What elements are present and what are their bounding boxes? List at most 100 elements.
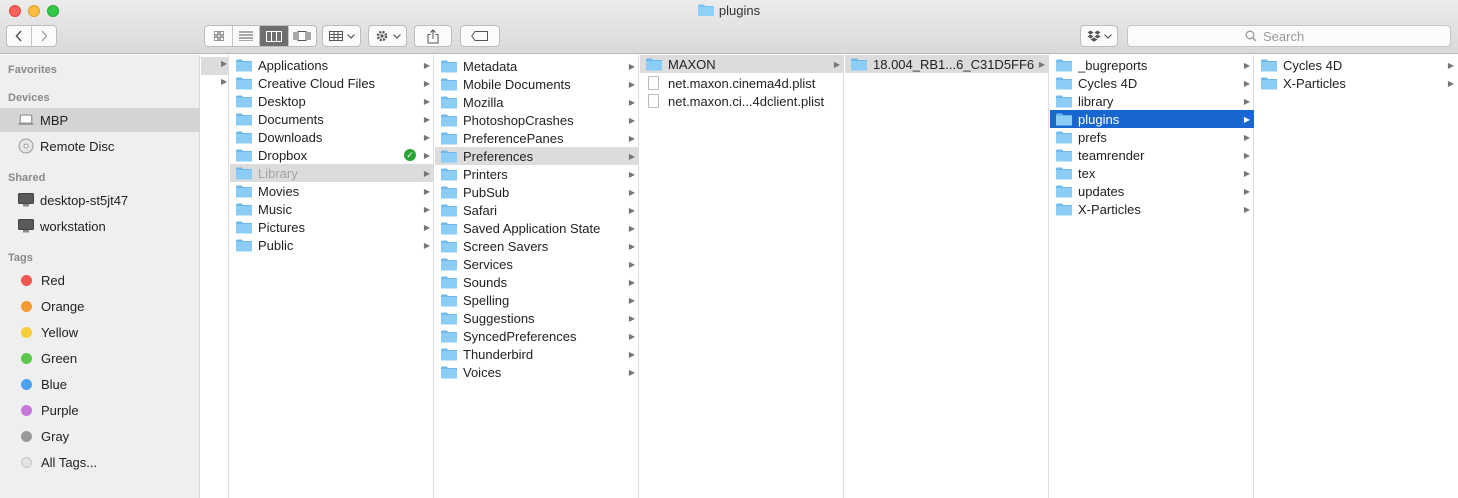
disclosure-arrow-icon: ▶	[628, 97, 636, 107]
list-item-sounds[interactable]: Sounds ▶	[435, 273, 639, 291]
list-item-printers[interactable]: Printers ▶	[435, 165, 639, 183]
list-view-button[interactable]	[233, 26, 261, 46]
search-field[interactable]	[1127, 25, 1451, 47]
item-label: Saved Application State	[463, 220, 601, 236]
list-item-metadata[interactable]: Metadata ▶	[435, 57, 639, 75]
list-item-maxon[interactable]: MAXON ▶	[640, 55, 844, 73]
sidebar-tag-orange[interactable]: Orange	[0, 294, 200, 318]
list-item-creative-cloud-files[interactable]: Creative Cloud Files ▶	[230, 74, 434, 92]
list-item-plugins[interactable]: plugins ▶	[1050, 110, 1254, 128]
edit-tags-button[interactable]	[460, 25, 500, 47]
list-item-preferences[interactable]: Preferences ▶	[435, 147, 639, 165]
share-button[interactable]	[414, 25, 452, 47]
sidebar-item-desktop-st5jt47[interactable]: desktop-st5jt47	[0, 188, 200, 212]
list-item-downloads[interactable]: Downloads ▶	[230, 128, 434, 146]
sidebar-section-shared[interactable]: Shared	[8, 172, 45, 184]
list-item-dropbox[interactable]: Dropbox ✓ ▶	[230, 146, 434, 164]
list-item-safari[interactable]: Safari ▶	[435, 201, 639, 219]
list-item-services[interactable]: Services ▶	[435, 255, 639, 273]
item-label: Sounds	[463, 274, 508, 290]
sidebar-item-remote-disc[interactable]: Remote Disc	[0, 134, 200, 158]
sidebar-tag-green[interactable]: Green	[0, 346, 200, 370]
list-item-bugreports[interactable]: _bugreports ▶	[1050, 56, 1254, 74]
column-view-button[interactable]	[260, 26, 289, 46]
list-item-voices[interactable]: Voices ▶	[435, 363, 639, 381]
list-item-prefs[interactable]: prefs ▶	[1050, 128, 1254, 146]
disclosure-arrow-icon: ▶	[423, 186, 431, 196]
sidebar-item-label: Purple	[41, 402, 79, 418]
item-label: net.maxon.ci...4dclient.plist	[668, 93, 825, 109]
list-item-plist-file[interactable]: net.maxon.ci...4dclient.plist	[640, 92, 844, 110]
disclosure-arrow-icon: ▶	[423, 78, 431, 88]
list-item-x-particles[interactable]: X-Particles ▶	[1050, 200, 1254, 218]
sidebar-tag-gray[interactable]: Gray	[0, 424, 200, 448]
item-label: Printers	[463, 166, 508, 182]
list-item-public[interactable]: Public ▶	[230, 236, 434, 254]
folder-icon	[236, 59, 252, 71]
search-input[interactable]	[1263, 28, 1333, 44]
arrange-button[interactable]	[322, 25, 361, 47]
sidebar-tag-red[interactable]: Red	[0, 268, 200, 292]
sidebar-item-mbp[interactable]: MBP	[0, 108, 200, 132]
back-button[interactable]	[7, 26, 32, 46]
list-item-thunderbird[interactable]: Thunderbird ▶	[435, 345, 639, 363]
folder-icon	[441, 204, 457, 216]
list-item-x-particles[interactable]: X-Particles ▶	[1255, 74, 1458, 92]
list-item-cycles-4d[interactable]: Cycles 4D ▶	[1255, 56, 1458, 74]
sidebar-tag-purple[interactable]: Purple	[0, 398, 200, 422]
action-button[interactable]	[368, 25, 407, 47]
list-item-plist-file[interactable]: net.maxon.cinema4d.plist	[640, 74, 844, 92]
list-item-applications[interactable]: Applications ▶	[230, 56, 434, 74]
list-item-tex[interactable]: tex ▶	[1050, 164, 1254, 182]
list-item-documents[interactable]: Documents ▶	[230, 110, 434, 128]
sidebar-item-workstation[interactable]: workstation	[0, 214, 200, 238]
disclosure-arrow-icon: ▶	[1243, 186, 1251, 196]
forward-button[interactable]	[32, 26, 56, 46]
folder-icon	[236, 239, 252, 251]
list-item-screen-savers[interactable]: Screen Savers ▶	[435, 237, 639, 255]
icon-view-button[interactable]	[205, 26, 234, 46]
list-item-updates[interactable]: updates ▶	[1050, 182, 1254, 200]
sidebar-tag-yellow[interactable]: Yellow	[0, 320, 200, 344]
list-item-mozilla[interactable]: Mozilla ▶	[435, 93, 639, 111]
folder-icon	[697, 4, 714, 16]
list-item-saved-application-state[interactable]: Saved Application State ▶	[435, 219, 639, 237]
sidebar-section-devices[interactable]: Devices	[8, 92, 50, 104]
disclosure-arrow-icon: ▶	[628, 259, 636, 269]
list-item-music[interactable]: Music ▶	[230, 200, 434, 218]
cover-flow-view-button[interactable]	[289, 26, 316, 46]
list-item-pubsub[interactable]: PubSub ▶	[435, 183, 639, 201]
list-item-mobile-documents[interactable]: Mobile Documents ▶	[435, 75, 639, 93]
list-item-preferencepanes[interactable]: PreferencePanes ▶	[435, 129, 639, 147]
sidebar-tag-blue[interactable]: Blue	[0, 372, 200, 396]
item-label: net.maxon.cinema4d.plist	[668, 75, 816, 91]
chevron-down-icon	[392, 33, 401, 39]
folder-icon	[1056, 149, 1072, 161]
list-item-pictures[interactable]: Pictures ▶	[230, 218, 434, 236]
list-item-library[interactable]: Library ▶	[230, 164, 434, 182]
list-item-teamrender[interactable]: teamrender ▶	[1050, 146, 1254, 164]
list-item-cycles-4d[interactable]: Cycles 4D ▶	[1050, 74, 1254, 92]
list-item-suggestions[interactable]: Suggestions ▶	[435, 309, 639, 327]
sidebar-tag-all-tags[interactable]: All Tags...	[0, 450, 200, 474]
list-item-photoshopcrashes[interactable]: PhotoshopCrashes ▶	[435, 111, 639, 129]
item-label: Desktop	[258, 93, 306, 109]
dropbox-button[interactable]	[1080, 25, 1118, 47]
list-item-library[interactable]: library ▶	[1050, 92, 1254, 110]
column-home: Applications ▶ Creative Cloud Files ▶ Deskto…	[230, 55, 434, 498]
disclosure-arrow-icon: ▶	[221, 77, 228, 86]
sidebar-item-label: Yellow	[41, 324, 79, 340]
disclosure-arrow-icon: ▶	[628, 205, 636, 215]
sidebar-section-tags[interactable]: Tags	[8, 252, 33, 264]
list-item-movies[interactable]: Movies ▶	[230, 182, 434, 200]
item-label: Suggestions	[463, 310, 535, 326]
list-item-desktop[interactable]: Desktop ▶	[230, 92, 434, 110]
item-label: Movies	[258, 183, 300, 199]
folder-icon	[1261, 59, 1277, 71]
list-item-syncedpreferences[interactable]: SyncedPreferences ▶	[435, 327, 639, 345]
list-item-version-folder[interactable]: 18.004_RB1...6_C31D5FF6 ▶	[845, 55, 1049, 73]
sidebar-item-label: MBP	[40, 112, 69, 128]
document-icon	[648, 94, 659, 108]
list-item-spelling[interactable]: Spelling ▶	[435, 291, 639, 309]
sidebar-section-favorites[interactable]: Favorites	[8, 64, 57, 76]
